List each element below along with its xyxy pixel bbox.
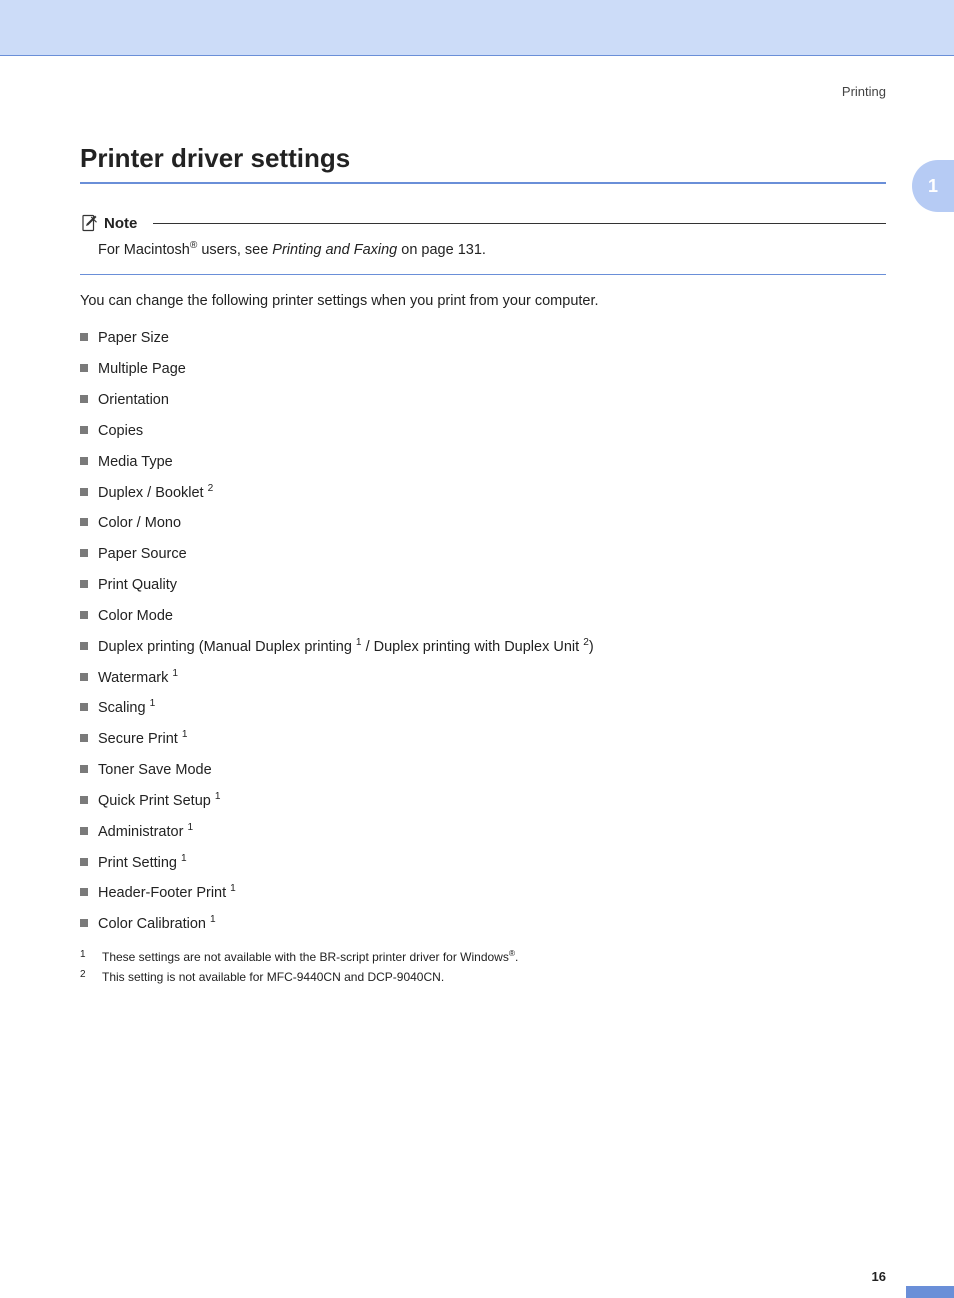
list-item: Toner Save Mode [80, 755, 886, 786]
list-item: Quick Print Setup 1 [80, 786, 886, 817]
settings-list: Paper SizeMultiple PageOrientationCopies… [80, 323, 886, 940]
list-item: Duplex / Booklet 2 [80, 478, 886, 509]
footnote-ref: 1 [150, 699, 156, 710]
intro-text: You can change the following printer set… [80, 293, 886, 309]
note-end-rule [80, 274, 886, 275]
list-item: Print Quality [80, 570, 886, 601]
footnote-number: 1 [80, 949, 88, 963]
footnote-text: These settings are not available with th… [102, 950, 518, 964]
note-block: Note For Macintosh® users, see Printing … [80, 214, 886, 275]
list-item: Color Calibration 1 [80, 909, 886, 940]
list-item: Orientation [80, 385, 886, 416]
footer-bar [906, 1286, 954, 1298]
note-head: Note [80, 214, 886, 232]
registered-mark: ® [509, 948, 515, 958]
top-band [0, 0, 954, 56]
list-item: Paper Size [80, 323, 886, 354]
note-icon [80, 214, 98, 232]
list-item: Duplex printing (Manual Duplex printing … [80, 632, 886, 663]
list-item: Administrator 1 [80, 817, 886, 848]
footnote-ref: 1 [215, 791, 221, 802]
page-footer: 16 [0, 1260, 954, 1284]
footnote-ref: 2 [208, 483, 214, 494]
footnote-ref: 2 [583, 637, 589, 648]
footnote-ref: 1 [210, 915, 216, 926]
list-item: Color / Mono [80, 508, 886, 539]
list-item: Header-Footer Print 1 [80, 878, 886, 909]
footnote-ref: 1 [230, 884, 236, 895]
footnote-ref: 1 [181, 853, 187, 864]
list-item: Copies [80, 416, 886, 447]
list-item: Paper Source [80, 539, 886, 570]
list-item: Scaling 1 [80, 693, 886, 724]
list-item: Media Type [80, 447, 886, 478]
note-text-a: For Macintosh [98, 242, 190, 258]
footnote-ref: 1 [187, 822, 193, 833]
list-item: Secure Print 1 [80, 724, 886, 755]
note-text-c: on page 131. [397, 242, 486, 258]
footnote-ref: 1 [356, 637, 362, 648]
page-body: Printing Printer driver settings Note Fo… [0, 56, 954, 1030]
note-link[interactable]: Printing and Faxing [272, 242, 397, 258]
section-label: Printing [80, 84, 886, 99]
list-item: Watermark 1 [80, 663, 886, 694]
note-body: For Macintosh® users, see Printing and F… [98, 240, 886, 260]
page-title: Printer driver settings [80, 143, 886, 184]
footnote: 2 This setting is not available for MFC-9… [80, 970, 886, 984]
note-rule [153, 223, 886, 224]
page-number: 16 [872, 1269, 886, 1284]
footnote-ref: 1 [172, 668, 178, 679]
list-item: Print Setting 1 [80, 848, 886, 879]
footnote: 1 These settings are not available with t… [80, 950, 886, 964]
footnote-ref: 1 [182, 729, 188, 740]
footnotes: 1 These settings are not available with t… [80, 950, 886, 984]
footnote-number: 2 [80, 969, 88, 983]
list-item: Color Mode [80, 601, 886, 632]
list-item: Multiple Page [80, 354, 886, 385]
footnote-text: This setting is not available for MFC-94… [102, 970, 444, 984]
note-text-b: users, see [197, 242, 272, 258]
note-label: Note [104, 215, 137, 232]
